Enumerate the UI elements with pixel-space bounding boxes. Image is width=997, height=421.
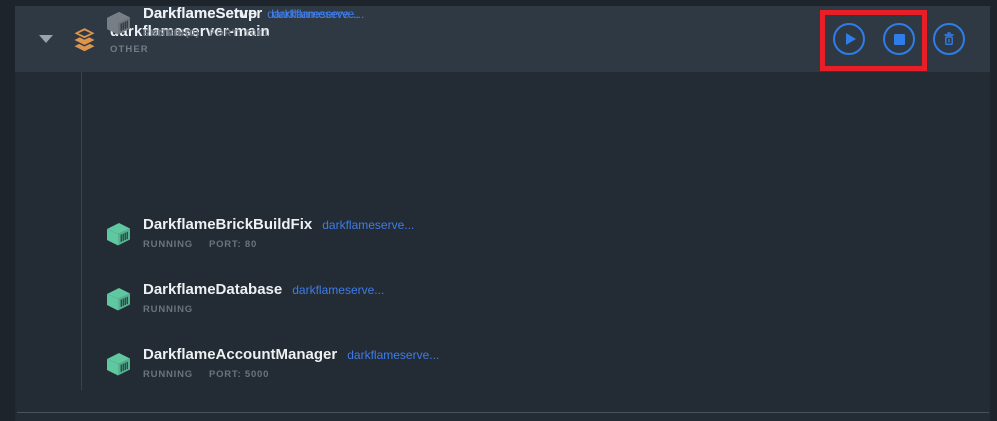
- container-port: PORT: 80: [209, 239, 257, 250]
- delete-button[interactable]: [933, 23, 965, 55]
- bottom-divider: [17, 412, 989, 413]
- container-image-link[interactable]: darkflameserve...: [292, 283, 384, 297]
- container-image-link[interactable]: darkflameserve...: [322, 218, 414, 232]
- container-image-link[interactable]: darkflameserve...: [347, 348, 439, 362]
- container-box-icon: [103, 220, 133, 250]
- container-box-icon: [103, 350, 133, 380]
- stop-icon: [894, 34, 905, 45]
- stop-button[interactable]: [883, 23, 915, 55]
- container-name: DarkflameAccountManager: [143, 347, 337, 363]
- container-row[interactable]: DarkflameAccountManager darkflameserve..…: [103, 347, 439, 380]
- tree-guide-line: [81, 72, 82, 390]
- container-status: RUNNING: [143, 369, 193, 380]
- container-row[interactable]: DarkflameDatabase darkflameserve... RUNN…: [103, 282, 384, 315]
- container-row-text: DarkflameDatabase darkflameserve... RUNN…: [143, 282, 384, 315]
- container-row[interactable]: DarkflameBrickBuildFix darkflameserve...…: [103, 217, 414, 250]
- start-button[interactable]: [833, 23, 865, 55]
- caret-down-icon[interactable]: [39, 35, 53, 43]
- container-row[interactable]: DarkflameSetup darkflameserve... EXITED …: [103, 6, 359, 39]
- stack-type-label: OTHER: [110, 44, 270, 55]
- trash-icon: [941, 31, 957, 47]
- container-row-text: DarkflameBrickBuildFix darkflameserve...…: [143, 217, 414, 250]
- container-box-icon: [103, 285, 133, 315]
- stack-layers-icon: [71, 25, 98, 53]
- stack-actions: [833, 23, 965, 55]
- container-status: RUNNING: [143, 239, 193, 250]
- container-port: PORT: 5000: [209, 369, 269, 380]
- container-status: RUNNING: [143, 304, 193, 315]
- stack-panel: darkflameserver-main OTHER: [15, 6, 990, 421]
- container-status: EXITED (0): [143, 28, 200, 39]
- container-image-link[interactable]: darkflameserve...: [267, 7, 359, 21]
- container-name: DarkflameDatabase: [143, 282, 282, 298]
- container-name: DarkflameSetup: [143, 6, 257, 22]
- container-name: DarkflameBrickBuildFix: [143, 217, 312, 233]
- container-row-text: DarkflameSetup darkflameserve... EXITED …: [143, 6, 359, 39]
- container-box-icon: [103, 9, 133, 39]
- container-row-text: DarkflameAccountManager darkflameserve..…: [143, 347, 439, 380]
- play-icon: [846, 33, 856, 45]
- app-window: darkflameserver-main OTHER: [0, 0, 997, 421]
